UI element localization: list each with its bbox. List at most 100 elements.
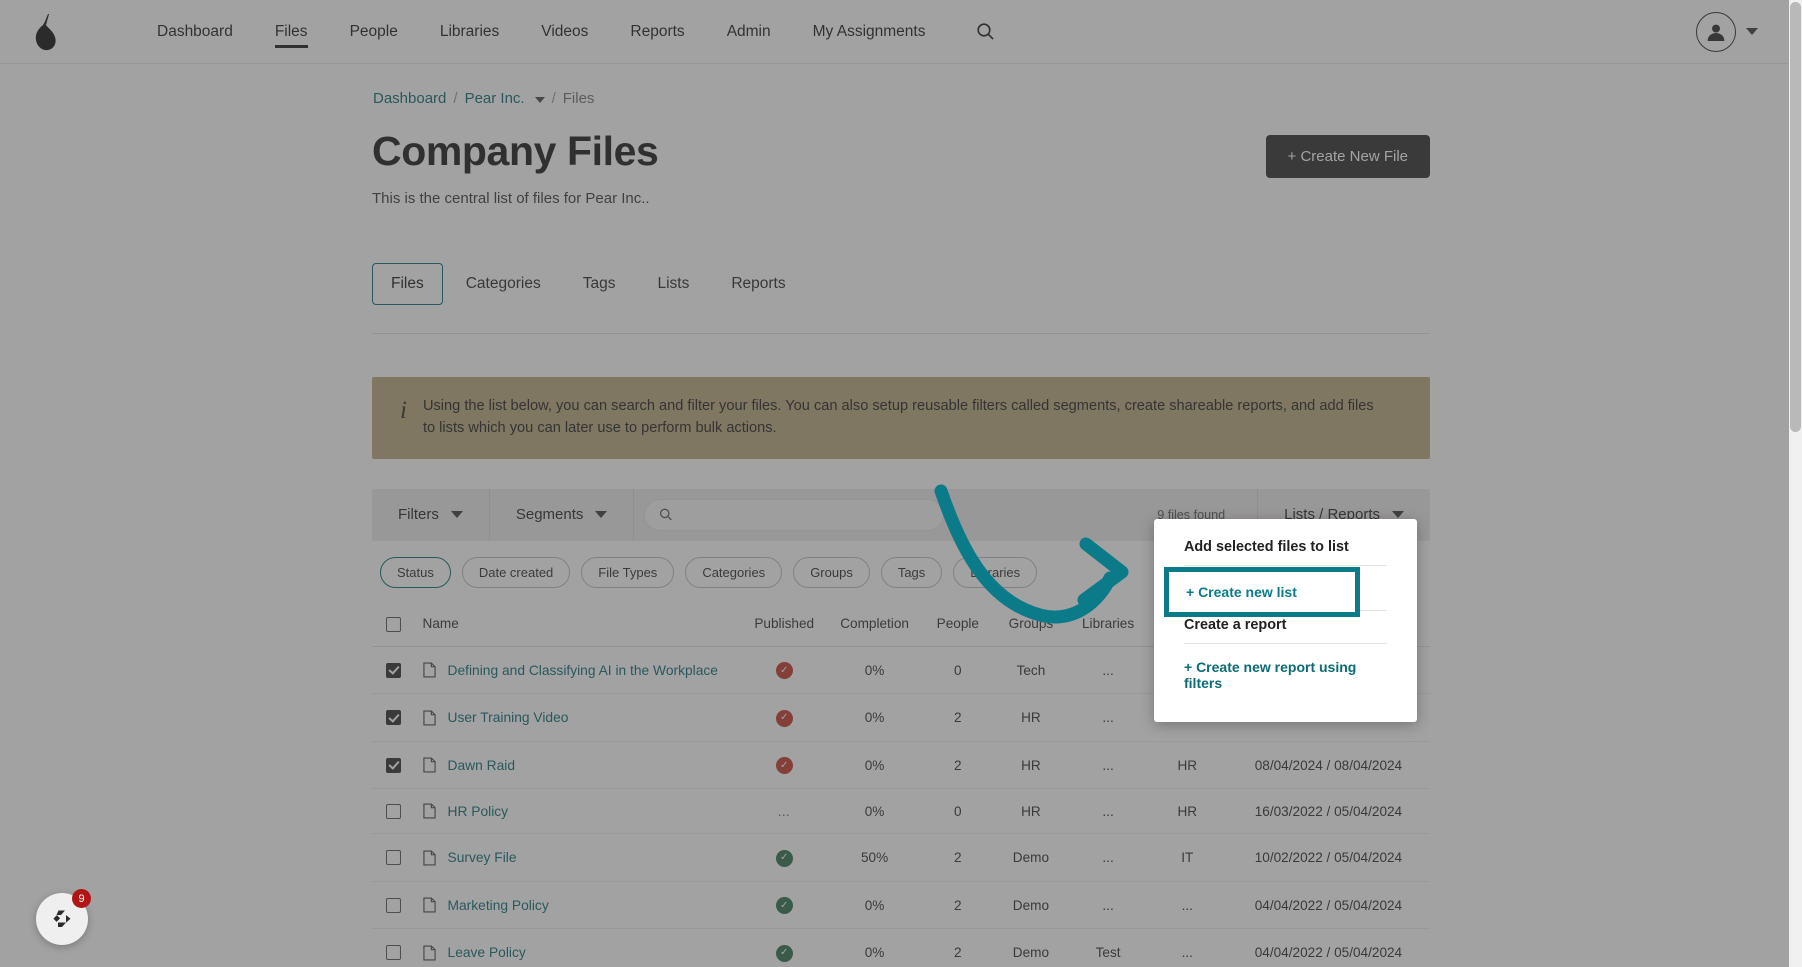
row-select-cell (372, 693, 407, 742)
page-scrollbar[interactable] (1789, 0, 1802, 967)
nav-link-files[interactable]: Files (254, 0, 329, 64)
published-no-icon: ✓ (775, 757, 793, 775)
section-tabs: Files Categories Tags Lists Reports (372, 263, 1430, 306)
row-checkbox[interactable] (386, 662, 401, 678)
segments-label: Segments (515, 506, 584, 524)
search-input[interactable] (683, 506, 930, 523)
breadcrumb-pear-inc[interactable]: Pear Inc. (465, 90, 525, 107)
file-name-link[interactable]: HR Policy (448, 804, 509, 819)
col-name[interactable]: Name (406, 603, 742, 647)
tab-categories[interactable]: Categories (447, 263, 560, 305)
chevron-down-icon[interactable] (1746, 28, 1758, 35)
tabs-divider (372, 333, 1430, 335)
row-select-cell (372, 881, 407, 930)
chip-categories[interactable]: Categories (685, 556, 783, 588)
file-name-link[interactable]: Survey File (448, 850, 517, 865)
col-people[interactable]: People (922, 603, 994, 647)
content-container: Dashboard / Pear Inc. / Files Company Fi… (372, 64, 1430, 967)
tab-tags[interactable]: Tags (564, 263, 635, 305)
select-all-checkbox[interactable] (386, 616, 401, 632)
published-cell: ✓ (741, 741, 827, 790)
filters-dropdown[interactable]: Filters (372, 488, 490, 541)
nav-link-videos[interactable]: Videos (520, 0, 609, 64)
tab-files[interactable]: Files (372, 263, 443, 306)
table-row[interactable]: HR Policy… 0% 0 HR... HR 16/03/2022 / 05/04/2… (372, 788, 1430, 835)
file-name-link[interactable]: Defining and Classifying AI in the Workp… (448, 663, 718, 678)
extra-cell: IT (1147, 833, 1227, 882)
published-no-icon: ✓ (775, 662, 793, 680)
people-cell: 2 (922, 881, 994, 930)
create-new-list-link[interactable]: + Create new list (1164, 567, 1360, 617)
nav-link-my-assignments[interactable]: My Assignments (792, 0, 947, 64)
search-icon[interactable] (972, 19, 998, 45)
table-row[interactable]: Leave Policy ✓ 0% 2 Demo Test... 04/04/2022 / … (372, 928, 1430, 967)
table-row[interactable]: Dawn Raid ✓ 0% 2 HR... HR 08/04/2024 / 08/04/2… (372, 741, 1430, 790)
extra-cell: HR (1147, 788, 1227, 835)
row-checkbox[interactable] (386, 850, 401, 866)
nav-label: Admin (726, 22, 771, 40)
published-cell: ✓ (741, 928, 827, 967)
file-name-link[interactable]: Leave Policy (448, 945, 526, 960)
file-name-cell: User Training Video (406, 693, 742, 742)
completion-cell: 0% (826, 646, 923, 695)
chip-tags[interactable]: Tags (880, 556, 943, 588)
pear-logo[interactable] (26, 10, 64, 54)
table-row[interactable]: Marketing Policy ✓ 0% 2 Demo...... 04/04/2022… (372, 881, 1430, 930)
chevron-down-icon[interactable] (534, 96, 545, 103)
col-published[interactable]: Published (741, 603, 827, 647)
col-completion[interactable]: Completion (826, 603, 923, 647)
info-banner-text: Using the list below, you can search and… (422, 398, 1374, 436)
dates-cell: 04/04/2022 / 05/04/2024 (1226, 881, 1430, 930)
tab-reports[interactable]: Reports (712, 263, 804, 305)
table-row[interactable]: Survey File ✓ 50% 2 Demo... IT 10/02/2022 / 05… (372, 833, 1430, 882)
people-cell: 0 (922, 646, 994, 695)
nav-label: Dashboard (157, 22, 233, 40)
col-name-label: Name (422, 616, 459, 632)
info-icon: i (400, 397, 407, 425)
file-name-link[interactable]: User Training Video (448, 710, 569, 725)
search-box[interactable] (644, 498, 945, 531)
help-widget-button[interactable]: 9 (36, 889, 91, 945)
col-libraries[interactable]: Libraries (1068, 603, 1148, 647)
chip-status[interactable]: Status (380, 556, 451, 588)
groups-cell: Demo (993, 928, 1069, 967)
row-checkbox[interactable] (386, 710, 401, 726)
published-none-icon: … (777, 803, 792, 819)
row-checkbox[interactable] (386, 897, 401, 913)
tab-lists[interactable]: Lists (638, 263, 708, 305)
create-new-report-link[interactable]: + Create new report using filters (1154, 644, 1417, 704)
nav-link-reports[interactable]: Reports (609, 0, 705, 64)
col-groups[interactable]: Groups (993, 603, 1069, 647)
groups-cell: HR (993, 693, 1069, 742)
create-new-file-button[interactable]: + Create New File (1265, 135, 1430, 178)
dates-cell: 10/02/2022 / 05/04/2024 (1226, 833, 1430, 882)
nav-link-dashboard[interactable]: Dashboard (136, 0, 254, 64)
chip-groups[interactable]: Groups (793, 556, 870, 588)
chip-libraries[interactable]: Libraries (953, 556, 1038, 588)
nav-label: Videos (541, 22, 589, 40)
libraries-cell: ... (1068, 741, 1148, 790)
breadcrumb-dashboard[interactable]: Dashboard (373, 90, 446, 107)
row-checkbox[interactable] (386, 804, 401, 820)
nav-link-libraries[interactable]: Libraries (419, 0, 520, 64)
chevron-down-icon (1392, 511, 1404, 519)
groups-cell: HR (993, 741, 1069, 790)
completion-cell: 0% (826, 788, 923, 835)
nav-link-people[interactable]: People (329, 0, 419, 64)
main-nav-links: Dashboard Files People Libraries Videos … (136, 0, 998, 64)
help-widget-icon (53, 910, 71, 927)
file-name-link[interactable]: Marketing Policy (448, 898, 549, 913)
nav-link-admin[interactable]: Admin (706, 0, 792, 64)
published-yes-icon: ✓ (775, 944, 793, 962)
scrollbar-thumb[interactable] (1790, 2, 1801, 432)
filters-label: Filters (398, 506, 439, 524)
chip-date-created[interactable]: Date created (461, 556, 571, 588)
chip-file-types[interactable]: File Types (581, 556, 675, 588)
file-name-link[interactable]: Dawn Raid (448, 758, 515, 773)
user-avatar-icon[interactable] (1696, 11, 1736, 52)
row-checkbox[interactable] (386, 757, 401, 773)
segments-dropdown[interactable]: Segments (490, 488, 635, 541)
row-checkbox[interactable] (386, 945, 401, 961)
breadcrumb-current: Files (562, 90, 595, 107)
document-icon (422, 945, 436, 961)
